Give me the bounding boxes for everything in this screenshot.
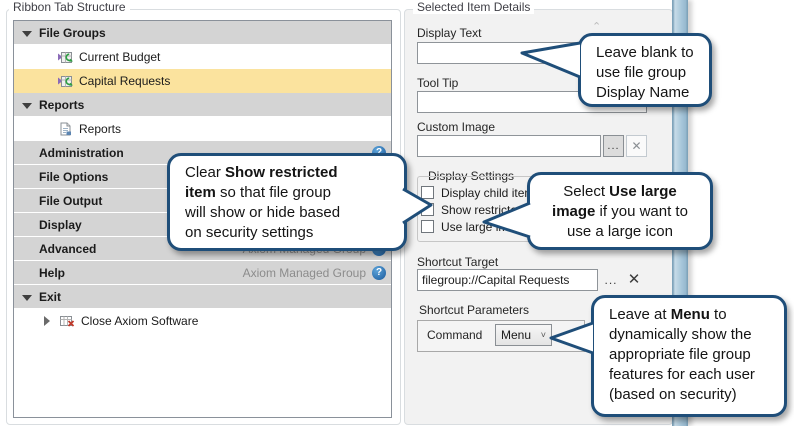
callout-display-text-note: Leave blank touse file groupDisplay Name: [578, 33, 712, 107]
callout-tail-use-large-image: [482, 200, 532, 240]
tree-row-close-axiom-software[interactable]: Close Axiom Software: [14, 309, 391, 333]
tree-row-label: Help: [39, 266, 65, 280]
tree-row-exit[interactable]: Exit: [14, 285, 391, 309]
tree-row-label: File Output: [39, 194, 102, 208]
tree-row-reports[interactable]: Reports: [14, 93, 391, 117]
tree-row-help[interactable]: Help Axiom Managed Group?: [14, 261, 391, 285]
selected-item-details-title: Selected Item Details: [413, 1, 534, 14]
command-dropdown-value: Menu: [501, 328, 531, 342]
callout-use-large-image-note: Select Use largeimage if you want touse …: [527, 172, 713, 250]
command-param-label: Command: [427, 328, 482, 342]
tree-row-label: Current Budget: [79, 50, 160, 64]
shortcut-target-browse-button[interactable]: ...: [602, 269, 620, 291]
shortcut-target-label: Shortcut Target: [417, 255, 498, 269]
tree-row-label: Advanced: [39, 242, 96, 256]
tree-row-label: Close Axiom Software: [81, 314, 198, 328]
custom-image-clear-button[interactable]: ✕: [626, 135, 647, 157]
custom-image-label: Custom Image: [417, 120, 495, 134]
callout-menu-note: Leave at Menu todynamically show theappr…: [591, 295, 787, 417]
managed-group-badge: Axiom Managed Group: [243, 266, 366, 280]
ribbon-tab-structure-title: Ribbon Tab Structure: [9, 1, 130, 14]
filegroup-icon: [57, 49, 73, 65]
tree-row-label: Reports: [79, 122, 121, 136]
chevron-down-icon: ˅: [541, 330, 546, 340]
shortcut-target-input[interactable]: [417, 269, 598, 291]
tree-row-label: Capital Requests: [79, 74, 170, 88]
tree-row-label: Administration: [39, 146, 124, 160]
report-icon: [57, 121, 73, 137]
help-icon[interactable]: ?: [372, 266, 386, 280]
custom-image-browse-button[interactable]: ...: [603, 135, 624, 157]
tree-row-file-groups[interactable]: File Groups: [14, 21, 391, 45]
tree-row-current-budget[interactable]: Current Budget: [14, 45, 391, 69]
close-axiom-icon: [59, 313, 75, 329]
tree-row-label: File Options: [39, 170, 108, 184]
callout-tail-menu: [549, 320, 595, 356]
tree-row-label: Reports: [39, 98, 84, 112]
display-text-label: Display Text: [417, 26, 481, 40]
window: Ribbon Tab Structure File Groups Current …: [0, 0, 794, 426]
shortcut-target-clear-button[interactable]: ✕: [624, 268, 644, 292]
custom-image-input[interactable]: [417, 135, 601, 157]
tool-tip-label: Tool Tip: [417, 76, 458, 90]
shortcut-parameters-label: Shortcut Parameters: [419, 303, 529, 317]
callout-tail-display-text: [520, 40, 582, 80]
expander-down-icon[interactable]: [21, 99, 33, 111]
tree-row-label: Display: [39, 218, 82, 232]
tree-row-label: File Groups: [39, 26, 106, 40]
expander-down-icon[interactable]: [21, 291, 33, 303]
scroll-up-indicator-icon: ⌃: [592, 20, 601, 33]
callout-show-restricted-note: Clear Show restricteditem so that file g…: [167, 153, 407, 251]
command-dropdown[interactable]: Menu ˅: [495, 324, 552, 346]
tree-row-reports[interactable]: Reports: [14, 117, 391, 141]
expander-right-icon[interactable]: [41, 315, 53, 327]
callout-tail-show-restricted: [400, 186, 434, 226]
expander-down-icon[interactable]: [21, 27, 33, 39]
filegroup-icon: [57, 73, 73, 89]
tree-row-label: Exit: [39, 290, 61, 304]
tree-row-capital-requests[interactable]: Capital Requests: [14, 69, 391, 93]
